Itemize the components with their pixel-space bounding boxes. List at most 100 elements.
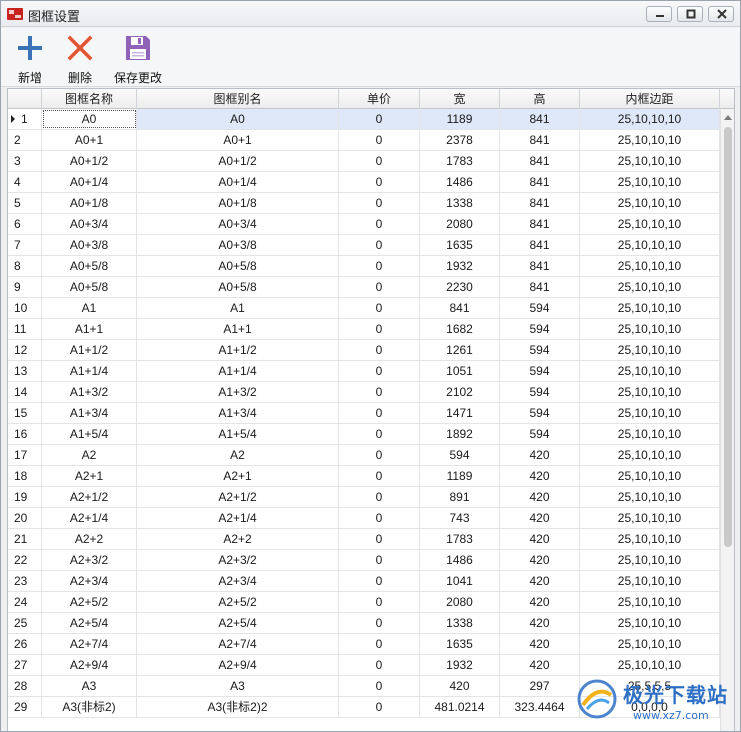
height-cell[interactable]: 594 — [500, 424, 580, 444]
title-bar[interactable]: 图框设置 — [1, 1, 740, 27]
frame-alias-cell[interactable]: A0+1 — [137, 130, 339, 150]
inner-margin-cell[interactable]: 25,10,10,10 — [580, 151, 720, 171]
inner-margin-cell[interactable]: 25,10,10,10 — [580, 298, 720, 318]
table-row[interactable]: 15 A1+3/4 A1+3/4 0 1471 594 25,10,10,10 — [8, 403, 720, 424]
height-cell[interactable]: 420 — [500, 550, 580, 570]
inner-margin-cell[interactable]: 25,10,10,10 — [580, 382, 720, 402]
table-row[interactable]: 9 A0+5/8 A0+5/8 0 2230 841 25,10,10,10 — [8, 277, 720, 298]
frame-alias-cell[interactable]: A1+1/4 — [137, 361, 339, 381]
column-header-width[interactable]: 宽 — [420, 89, 500, 109]
maximize-button[interactable] — [677, 6, 703, 22]
frame-name-cell[interactable]: A2+3/4 — [42, 571, 137, 591]
table-row[interactable]: 25 A2+5/4 A2+5/4 0 1338 420 25,10,10,10 — [8, 613, 720, 634]
width-cell[interactable]: 1261 — [420, 340, 500, 360]
frame-alias-cell[interactable]: A0+1/8 — [137, 193, 339, 213]
frame-alias-cell[interactable]: A0 — [137, 109, 339, 129]
frame-name-cell[interactable]: A0+5/8 — [42, 256, 137, 276]
width-cell[interactable]: 743 — [420, 508, 500, 528]
height-cell[interactable]: 420 — [500, 571, 580, 591]
frame-name-cell[interactable]: A1+3/2 — [42, 382, 137, 402]
height-cell[interactable]: 594 — [500, 298, 580, 318]
scrollbar-thumb[interactable] — [724, 127, 732, 547]
width-cell[interactable]: 2080 — [420, 214, 500, 234]
width-cell[interactable]: 1189 — [420, 466, 500, 486]
width-cell[interactable]: 841 — [420, 298, 500, 318]
table-row[interactable]: 23 A2+3/4 A2+3/4 0 1041 420 25,10,10,10 — [8, 571, 720, 592]
height-cell[interactable]: 420 — [500, 592, 580, 612]
column-header-height[interactable]: 高 — [500, 89, 580, 109]
frame-alias-cell[interactable]: A2+7/4 — [137, 634, 339, 654]
table-row[interactable]: 12 A1+1/2 A1+1/2 0 1261 594 25,10,10,10 — [8, 340, 720, 361]
width-cell[interactable]: 1783 — [420, 151, 500, 171]
inner-margin-cell[interactable]: 25,10,10,10 — [580, 130, 720, 150]
width-cell[interactable]: 481.0214 — [420, 697, 500, 717]
height-cell[interactable]: 841 — [500, 172, 580, 192]
height-cell[interactable]: 297 — [500, 676, 580, 696]
unit-price-cell[interactable]: 0 — [339, 235, 420, 255]
unit-price-cell[interactable]: 0 — [339, 529, 420, 549]
table-row[interactable]: 18 A2+1 A2+1 0 1189 420 25,10,10,10 — [8, 466, 720, 487]
frame-alias-cell[interactable]: A0+3/4 — [137, 214, 339, 234]
table-row[interactable]: 26 A2+7/4 A2+7/4 0 1635 420 25,10,10,10 — [8, 634, 720, 655]
height-cell[interactable]: 841 — [500, 235, 580, 255]
table-row[interactable]: 24 A2+5/2 A2+5/2 0 2080 420 25,10,10,10 — [8, 592, 720, 613]
width-cell[interactable]: 1338 — [420, 193, 500, 213]
height-cell[interactable]: 420 — [500, 466, 580, 486]
table-row[interactable]: 21 A2+2 A2+2 0 1783 420 25,10,10,10 — [8, 529, 720, 550]
width-cell[interactable]: 420 — [420, 676, 500, 696]
table-row[interactable]: 14 A1+3/2 A1+3/2 0 2102 594 25,10,10,10 — [8, 382, 720, 403]
inner-margin-cell[interactable]: 25,10,10,10 — [580, 403, 720, 423]
inner-margin-cell[interactable]: 25,10,10,10 — [580, 235, 720, 255]
frame-name-cell[interactable]: A1 — [42, 298, 137, 318]
height-cell[interactable]: 841 — [500, 109, 580, 129]
table-row[interactable]: 6 A0+3/4 A0+3/4 0 2080 841 25,10,10,10 — [8, 214, 720, 235]
height-cell[interactable]: 420 — [500, 508, 580, 528]
unit-price-cell[interactable]: 0 — [339, 697, 420, 717]
frame-alias-cell[interactable]: A1+1/2 — [137, 340, 339, 360]
frame-alias-cell[interactable]: A2 — [137, 445, 339, 465]
height-cell[interactable]: 841 — [500, 214, 580, 234]
height-cell[interactable]: 594 — [500, 340, 580, 360]
frame-alias-cell[interactable]: A3 — [137, 676, 339, 696]
width-cell[interactable]: 1471 — [420, 403, 500, 423]
unit-price-cell[interactable]: 0 — [339, 571, 420, 591]
width-cell[interactable]: 1486 — [420, 172, 500, 192]
table-row[interactable]: 2 A0+1 A0+1 0 2378 841 25,10,10,10 — [8, 130, 720, 151]
save-changes-button[interactable]: 保存更改 — [112, 28, 164, 87]
inner-margin-cell[interactable]: 25,10,10,10 — [580, 571, 720, 591]
frame-alias-cell[interactable]: A2+5/2 — [137, 592, 339, 612]
height-cell[interactable]: 841 — [500, 130, 580, 150]
inner-margin-cell[interactable]: 25,10,10,10 — [580, 508, 720, 528]
width-cell[interactable]: 1892 — [420, 424, 500, 444]
table-row[interactable]: 4 A0+1/4 A0+1/4 0 1486 841 25,10,10,10 — [8, 172, 720, 193]
close-button[interactable] — [708, 6, 734, 22]
frame-name-cell[interactable]: A0+3/8 — [42, 235, 137, 255]
height-cell[interactable]: 420 — [500, 655, 580, 675]
delete-button[interactable]: 删除 — [63, 28, 97, 87]
table-row[interactable]: 16 A1+5/4 A1+5/4 0 1892 594 25,10,10,10 — [8, 424, 720, 445]
frame-name-cell[interactable]: A2+7/4 — [42, 634, 137, 654]
frame-alias-cell[interactable]: A0+1/2 — [137, 151, 339, 171]
height-cell[interactable]: 594 — [500, 319, 580, 339]
height-cell[interactable]: 323.4464 — [500, 697, 580, 717]
frame-name-cell[interactable]: A0 — [42, 109, 137, 129]
width-cell[interactable]: 1682 — [420, 319, 500, 339]
table-row[interactable]: 20 A2+1/4 A2+1/4 0 743 420 25,10,10,10 — [8, 508, 720, 529]
frame-alias-cell[interactable]: A0+1/4 — [137, 172, 339, 192]
frame-name-cell[interactable]: A3 — [42, 676, 137, 696]
inner-margin-cell[interactable]: 25,10,10,10 — [580, 193, 720, 213]
width-cell[interactable]: 1189 — [420, 109, 500, 129]
inner-margin-cell[interactable]: 25,10,10,10 — [580, 634, 720, 654]
table-row[interactable]: 17 A2 A2 0 594 420 25,10,10,10 — [8, 445, 720, 466]
inner-margin-cell[interactable]: 25,10,10,10 — [580, 445, 720, 465]
unit-price-cell[interactable]: 0 — [339, 445, 420, 465]
width-cell[interactable]: 2230 — [420, 277, 500, 297]
frame-name-cell[interactable]: A2+3/2 — [42, 550, 137, 570]
width-cell[interactable]: 594 — [420, 445, 500, 465]
unit-price-cell[interactable]: 0 — [339, 277, 420, 297]
width-cell[interactable]: 891 — [420, 487, 500, 507]
inner-margin-cell[interactable]: 25,10,10,10 — [580, 340, 720, 360]
frame-alias-cell[interactable]: A2+5/4 — [137, 613, 339, 633]
table-row[interactable]: 1 A0 A0 0 1189 841 25,10,10,10 — [8, 109, 720, 130]
frame-alias-cell[interactable]: A1 — [137, 298, 339, 318]
